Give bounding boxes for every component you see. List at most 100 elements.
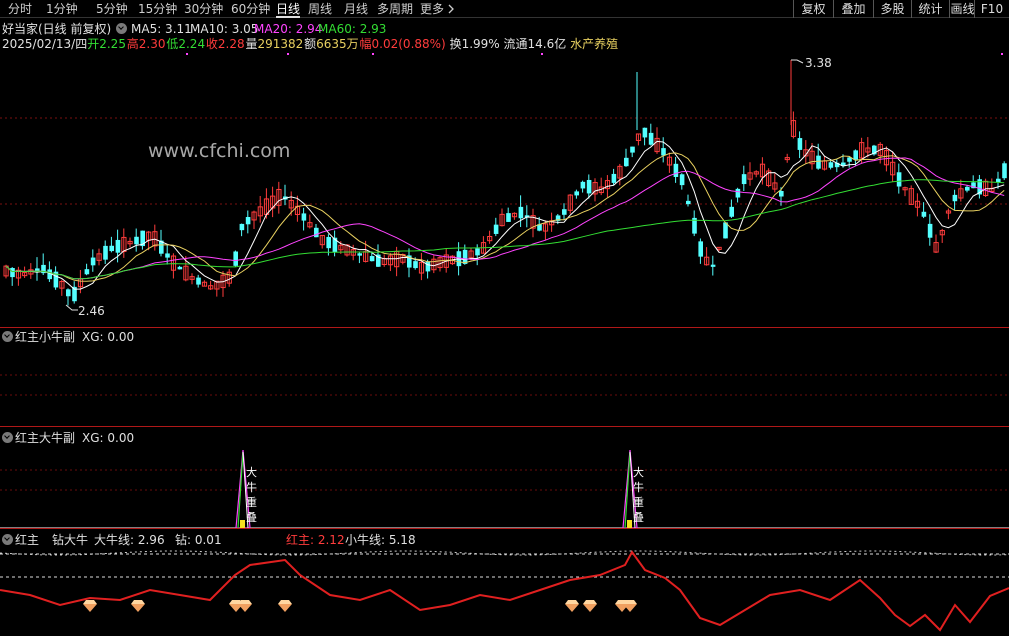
candle-down bbox=[425, 261, 431, 272]
candle-down bbox=[735, 188, 741, 198]
panel-separator bbox=[0, 327, 1009, 328]
candle-down bbox=[562, 209, 567, 215]
candle-down bbox=[115, 239, 121, 253]
candle-down bbox=[109, 245, 114, 252]
diamond-icon bbox=[278, 604, 292, 612]
low-marker-line bbox=[65, 304, 78, 311]
red-main-panel-plot bbox=[0, 550, 1009, 632]
high-marker-line bbox=[791, 59, 804, 64]
candle-down bbox=[921, 211, 927, 217]
price-markers bbox=[65, 59, 804, 311]
candle-down bbox=[965, 186, 970, 191]
big-bull-signal-char: 牛 bbox=[633, 480, 644, 494]
candle-down bbox=[698, 241, 703, 257]
big-bull-signal-char: 重 bbox=[246, 495, 257, 509]
candle-down bbox=[314, 227, 319, 238]
candle-down bbox=[574, 191, 579, 196]
candle-down bbox=[413, 261, 418, 269]
candle-down bbox=[103, 245, 108, 260]
candle-down bbox=[853, 150, 858, 160]
candle-down bbox=[797, 138, 803, 150]
big-bull-bar bbox=[240, 520, 245, 528]
moving-averages bbox=[5, 140, 1005, 290]
diamond-icon bbox=[565, 604, 579, 612]
red-main-value: 红主: 2.12 bbox=[286, 533, 345, 547]
candle-down bbox=[10, 268, 15, 278]
candle-down bbox=[66, 289, 71, 297]
panel-separator bbox=[0, 426, 1009, 427]
chevron-down-icon[interactable] bbox=[2, 432, 13, 443]
panel-big-title: 红主大牛副 bbox=[15, 431, 76, 445]
marker-dot bbox=[541, 53, 543, 55]
candle-down bbox=[326, 236, 331, 249]
candle-down bbox=[648, 132, 654, 145]
diamond-value: 钻: 0.01 bbox=[175, 533, 222, 547]
big-bull-bar bbox=[627, 520, 632, 528]
grid-lines bbox=[0, 53, 1009, 578]
candle-down bbox=[369, 256, 375, 262]
candle-down bbox=[729, 206, 734, 217]
candle-down bbox=[828, 162, 834, 168]
panel-big-value: XG: 0.00 bbox=[82, 431, 135, 445]
candle-down bbox=[580, 181, 586, 189]
candle-down bbox=[624, 157, 629, 167]
candle-down bbox=[245, 217, 251, 225]
candle-down bbox=[996, 178, 1001, 183]
marker-dot bbox=[186, 53, 188, 55]
candle-down bbox=[475, 248, 480, 256]
candle-down bbox=[927, 223, 933, 238]
candle-down bbox=[357, 253, 362, 256]
candle-down bbox=[518, 206, 524, 219]
ma5-line bbox=[5, 140, 1005, 290]
candle-down bbox=[661, 148, 666, 156]
diamond-icon bbox=[238, 604, 252, 612]
big-bull-spike-edge bbox=[237, 451, 244, 529]
candle-down bbox=[493, 224, 499, 234]
marker-dot bbox=[287, 53, 289, 55]
diamond-icon bbox=[278, 600, 292, 604]
ma20-line bbox=[5, 157, 1005, 280]
candle-down bbox=[84, 269, 90, 275]
panel-red-title: 红主 bbox=[15, 533, 40, 547]
candle-down bbox=[165, 253, 170, 258]
ma60-line bbox=[5, 179, 1005, 280]
candle-down bbox=[779, 191, 784, 197]
bull-line-value: 大牛线: 2.96 bbox=[94, 533, 165, 547]
diamond-icon bbox=[565, 600, 579, 604]
big-bull-signal-char: 叠 bbox=[633, 511, 644, 524]
candle-down bbox=[896, 172, 902, 187]
candle-down bbox=[301, 213, 307, 221]
candle-down bbox=[816, 155, 821, 169]
panel-separator bbox=[0, 528, 1009, 529]
candle-down bbox=[642, 127, 648, 138]
candle-down bbox=[506, 213, 511, 222]
marker-dot bbox=[1001, 53, 1003, 55]
candle-down bbox=[134, 236, 139, 245]
big-bull-signal-char: 牛 bbox=[246, 480, 257, 494]
candle-down bbox=[1002, 163, 1007, 179]
big-bull-signal-char: 大 bbox=[633, 465, 644, 479]
candle-down bbox=[679, 174, 685, 186]
diamond-icon bbox=[131, 600, 145, 604]
candle-down bbox=[710, 264, 716, 267]
candle-down bbox=[196, 277, 201, 285]
candle-down bbox=[952, 194, 958, 202]
candle-down bbox=[90, 257, 96, 266]
chevron-down-icon[interactable] bbox=[2, 534, 13, 545]
big-bull-signal-char: 大 bbox=[246, 465, 257, 479]
red-main-line bbox=[0, 550, 1009, 632]
chevron-down-icon[interactable] bbox=[2, 331, 13, 342]
candle-down bbox=[239, 223, 245, 231]
panel-small-title: 红主小牛副 bbox=[15, 330, 76, 344]
big-bull-signals: 大牛重叠 大牛重叠 bbox=[235, 449, 644, 529]
marker-dot bbox=[372, 53, 374, 55]
low-price-marker: 2.46 bbox=[78, 304, 105, 318]
candle-down bbox=[611, 173, 617, 183]
candle-down bbox=[233, 251, 238, 266]
diamond-icon bbox=[83, 600, 97, 604]
candle-down bbox=[686, 200, 691, 205]
high-price-marker: 3.38 bbox=[805, 56, 832, 70]
ma10-line bbox=[5, 152, 1005, 282]
small-bull-line-value: 小牛线: 5.18 bbox=[345, 533, 416, 547]
candle-down bbox=[673, 163, 679, 177]
